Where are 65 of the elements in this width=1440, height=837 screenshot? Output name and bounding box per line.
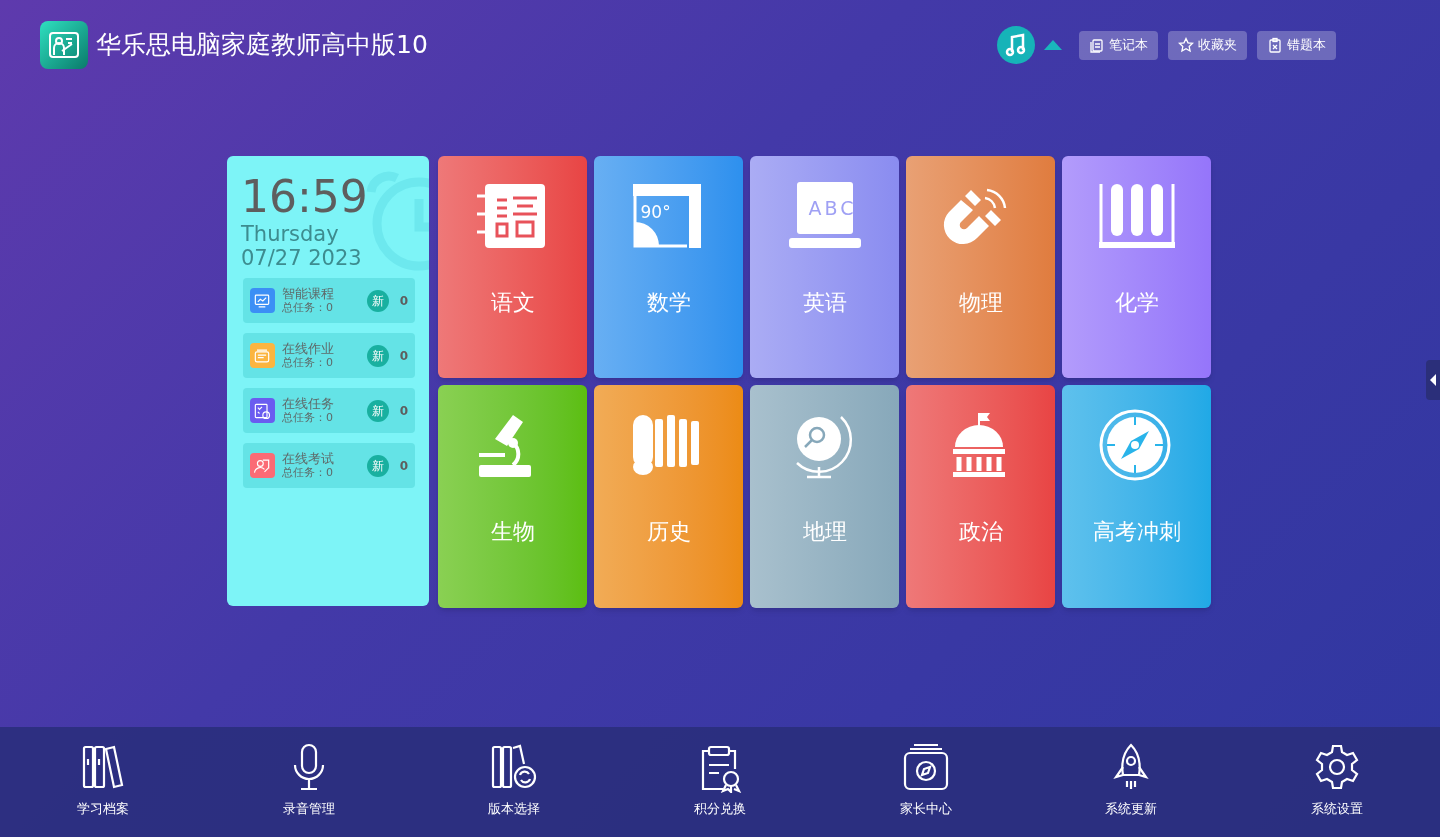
music-note-icon [1005, 33, 1027, 57]
icon-caption: ABC [808, 196, 857, 221]
subject-tile[interactable]: ABC 英语 [750, 156, 899, 378]
favorites-button[interactable]: 收藏夹 [1168, 30, 1247, 60]
subject-tile[interactable]: 化学 [1062, 156, 1211, 378]
subject-tile[interactable]: 生物 [438, 385, 587, 608]
subject-tile[interactable]: 90° 数学 [594, 156, 743, 378]
clipboard-x-icon [1267, 37, 1283, 53]
nav-item[interactable]: 积分兑换 [674, 743, 765, 837]
nav-item[interactable]: 家长中心 [880, 743, 971, 837]
task-count: 0 [399, 457, 408, 475]
task-total: 总任务：0 [281, 355, 334, 370]
subject-label: 数学 [646, 289, 691, 317]
collapse-arrow-icon[interactable] [1043, 39, 1063, 51]
star-icon [1178, 37, 1194, 53]
subject-tile[interactable]: 地理 [750, 385, 899, 608]
app-logo-icon [40, 21, 88, 69]
caret-icon [1429, 374, 1437, 386]
weekday-text: Thursday [241, 222, 340, 246]
task-count: 0 [399, 402, 408, 420]
date-text: 07/27 2023 [241, 246, 363, 270]
nav-item[interactable]: 系统更新 [1086, 743, 1177, 837]
notebook-button[interactable]: 笔记本 [1079, 30, 1158, 60]
nav-item[interactable]: 录音管理 [263, 743, 354, 837]
subject-tile[interactable]: 政治 [906, 385, 1055, 608]
task-title: 在线作业 [281, 341, 335, 356]
subject-tile[interactable]: 历史 [594, 385, 743, 608]
nav-item[interactable]: 版本选择 [469, 743, 560, 837]
task-row[interactable]: 在线作业 总任务：0 新 0 [243, 333, 415, 378]
task-title: 在线任务 [281, 396, 335, 411]
nav-item[interactable]: 学习档案 [58, 743, 148, 837]
subject-label: 物理 [958, 289, 1003, 317]
subject-tile[interactable]: 高考冲刺 [1062, 385, 1211, 608]
notebook-icon [1089, 37, 1105, 53]
task-count: 0 [399, 347, 408, 365]
task-row[interactable]: 智能课程 总任务：0 新 0 [243, 278, 415, 323]
task-title: 在线考试 [281, 451, 335, 466]
task-total: 总任务：0 [281, 465, 334, 480]
task-row[interactable]: 在线任务 总任务：0 新 0 [243, 388, 415, 433]
subject-label: 生物 [490, 518, 535, 546]
task-total: 总任务：0 [281, 300, 334, 315]
subject-tile[interactable]: 语文 [438, 156, 587, 378]
task-total: 总任务：0 [281, 410, 334, 425]
new-badge: 新 [366, 344, 389, 367]
mistakes-button[interactable]: 错题本 [1257, 30, 1336, 60]
subject-tile[interactable]: 物理 [906, 156, 1055, 378]
task-count: 0 [399, 292, 408, 310]
subject-label: 政治 [958, 518, 1003, 546]
side-panel-toggle[interactable] [1426, 360, 1440, 400]
task-title: 智能课程 [281, 286, 335, 301]
icon-caption: 90° [640, 201, 671, 224]
app-title: 华乐思电脑家庭教师高中版10 [96, 29, 428, 62]
subject-label: 高考冲刺 [1092, 518, 1181, 546]
music-button[interactable] [997, 26, 1035, 64]
subject-label: 化学 [1114, 289, 1159, 317]
new-badge: 新 [366, 289, 389, 312]
new-badge: 新 [366, 454, 389, 477]
task-row[interactable]: 在线考试 总任务：0 新 0 [243, 443, 415, 488]
clock-time: 16:59 [241, 174, 369, 220]
nav-item[interactable]: 系统设置 [1291, 743, 1382, 837]
subject-label: 英语 [802, 289, 847, 317]
subject-label: 语文 [490, 289, 535, 317]
new-badge: 新 [366, 399, 389, 422]
subject-label: 地理 [802, 518, 847, 546]
subject-label: 历史 [646, 518, 691, 546]
